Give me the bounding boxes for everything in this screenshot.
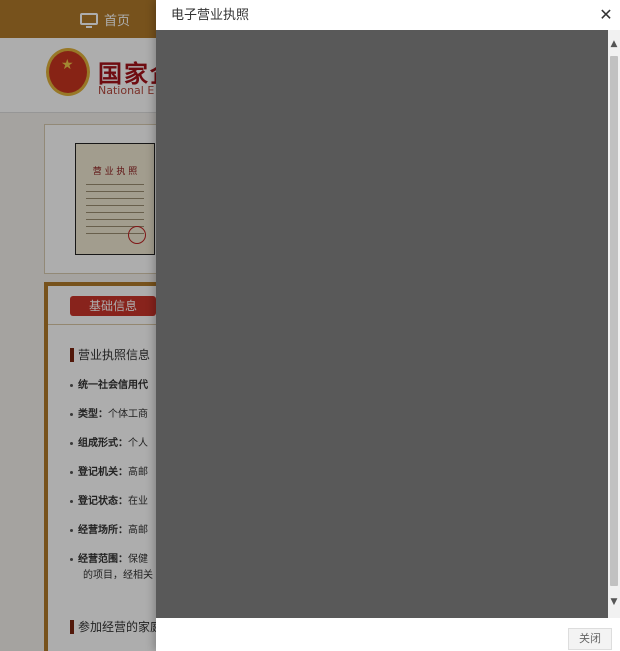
close-icon[interactable]: ✕	[598, 7, 614, 23]
scroll-thumb[interactable]	[610, 56, 618, 586]
scroll-down-icon[interactable]: ▼	[608, 596, 620, 608]
license-modal: 电子营业执照 ✕ ▲ ▼ 关闭	[156, 0, 620, 651]
modal-title: 电子营业执照	[171, 8, 250, 23]
scroll-up-icon[interactable]: ▲	[608, 38, 620, 50]
license-viewer	[156, 30, 608, 618]
close-button[interactable]: 关闭	[568, 628, 612, 650]
viewer-scrollbar[interactable]: ▲ ▼	[608, 30, 620, 618]
modal-footer: 关闭	[156, 618, 620, 651]
